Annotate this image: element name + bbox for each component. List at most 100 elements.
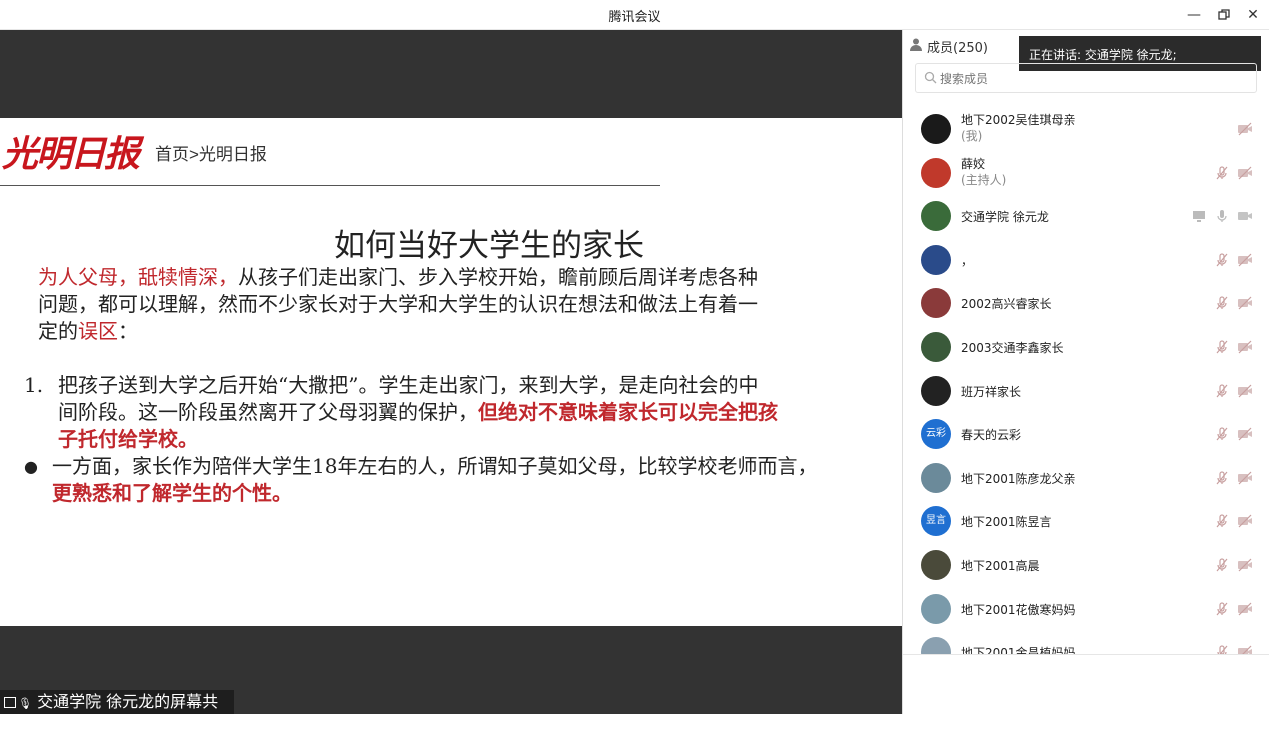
member-row[interactable]: 2002高兴睿家长 [903,282,1269,325]
camera-off-icon[interactable] [1237,121,1253,137]
intro-line-3: 定的误区： [38,318,138,345]
mic-muted-icon[interactable] [1214,644,1230,654]
camera-off-icon[interactable] [1237,252,1253,268]
divider [0,185,660,186]
item1-red-text: 但绝对不意味着家长可以完全把孩 [478,400,778,424]
intro-line-2: 问题，都可以理解，然而不少家长对于大学和大学生的认识在想法和做法上有着一 [38,292,758,316]
camera-icon[interactable] [1237,208,1253,224]
camera-off-icon[interactable] [1237,513,1253,529]
close-icon[interactable]: ✕ [1242,4,1264,26]
member-row[interactable]: 昱言 地下2001陈昱言 [903,500,1269,543]
minimize-icon[interactable]: — [1183,4,1205,26]
search-icon [924,71,937,84]
slide-heading: 如何当好大学生的家长 [334,228,644,264]
window-title: 腾讯会议 [608,10,661,25]
member-row[interactable]: 地下2001花傲寒妈妈 [903,588,1269,631]
camera-off-icon[interactable] [1237,426,1253,442]
mic-icon[interactable] [1214,208,1230,224]
camera-off-icon[interactable] [1237,470,1253,486]
breadcrumb: 首页>光明日报 [155,145,267,164]
screen-icon [4,697,16,708]
avatar [921,114,951,144]
bullet-dot: ● [24,457,38,476]
bullet-line-2: 更熟悉和了解学生的个性。 [52,481,292,505]
mic-muted-icon[interactable] [1214,383,1230,399]
item1-line-2: 间阶段。这一阶段虽然离开了父母羽翼的保护，但绝对不意味着家长可以完全把孩 [58,399,778,426]
mic-muted-icon[interactable] [1214,252,1230,268]
member-name: ， [961,253,974,268]
avatar [921,375,951,406]
member-name: 2002高兴睿家长 [961,297,1052,312]
avatar [921,157,951,188]
restore-icon[interactable] [1213,4,1235,26]
avatar [921,593,951,624]
member-row[interactable]: 班万祥家长 [903,370,1269,413]
camera-off-icon[interactable] [1237,601,1253,617]
camera-off-icon[interactable] [1237,644,1253,654]
screen-share-label: 🎙 交通学院 徐元龙的屏幕共享 [0,690,234,737]
mic-icon: 🎙 [18,697,32,710]
member-name: 薛姣 [961,156,986,171]
bullet-line-1: 一方面，家长作为陪伴大学生18年左右的人，所谓知子莫如父母，比较学校老师而言， [52,454,818,478]
mic-muted-icon[interactable] [1214,557,1230,573]
member-row[interactable]: 薛姣 (主持人) [903,152,1269,195]
member-name: 地下2001花傲寒妈妈 [961,602,1076,617]
share-label-text: 交通学院 徐元龙的屏幕共享 [4,692,219,737]
search-input[interactable] [940,69,1240,89]
avatar [921,462,951,493]
members-count: 成员(250) [927,41,988,56]
camera-off-icon[interactable] [1237,295,1253,311]
member-name: 地下2001陈彦龙父亲 [961,471,1076,486]
mic-muted-icon[interactable] [1214,165,1230,181]
avatar [921,201,951,232]
item1-line-3: 子托付给学校。 [58,427,198,451]
member-row[interactable]: 地下2001金昌植妈妈 [903,631,1269,654]
member-list[interactable]: 地下2002吴佳琪母亲 (我) 薛姣 (主持人) 交通学院 徐元龙 ， 2002高兴睿家长 2… [903,108,1269,654]
avatar: 云彩 [921,419,951,450]
camera-off-icon[interactable] [1237,165,1253,181]
mic-muted-icon[interactable] [1214,601,1230,617]
members-panel: 成员(250) 正在讲话: 交通学院 徐元龙; 地下2002吴佳琪母亲 (我) 薛姣… [902,30,1269,714]
mic-muted-icon[interactable] [1214,426,1230,442]
member-row[interactable]: 2003交通李鑫家长 [903,326,1269,369]
member-row[interactable]: 交通学院 徐元龙 [903,195,1269,238]
member-name: 地下2001金昌植妈妈 [961,646,1076,654]
intro-line-1: 为人父母，舐犊情深，从孩子们走出家门、步入学校开始，瞻前顾后周详考虑各种 [38,264,758,291]
intro-text: ： [118,319,138,343]
mic-muted-icon[interactable] [1214,513,1230,529]
member-name: 地下2001陈昱言 [961,515,1052,530]
intro-red-text: 误区 [78,319,118,343]
member-name: 班万祥家长 [961,384,1022,399]
mic-muted-icon[interactable] [1214,339,1230,355]
camera-off-icon[interactable] [1237,383,1253,399]
avatar [921,550,951,580]
member-row[interactable]: 云彩 春天的云彩 [903,413,1269,456]
mic-muted-icon[interactable] [1214,470,1230,486]
member-row[interactable]: ， [903,239,1269,282]
camera-off-icon[interactable] [1237,557,1253,573]
members-header: 成员(250) 正在讲话: 交通学院 徐元龙; [903,30,1269,71]
member-search[interactable] [915,63,1257,93]
item1-number: 1. [24,373,44,397]
guangming-logo: 光明日报 [2,133,140,175]
member-role: (主持人) [961,172,1007,187]
avatar [921,637,951,654]
item1-text: 间阶段。这一阶段虽然离开了父母羽翼的保护， [58,400,478,424]
avatar: 昱言 [921,506,951,537]
mic-muted-icon[interactable] [1214,295,1230,311]
intro-red-text: 为人父母，舐犊情深， [38,265,238,289]
avatar [921,288,951,319]
avatar [921,332,951,362]
member-row[interactable]: 地下2001高晨 [903,544,1269,587]
member-name: 春天的云彩 [961,428,1022,443]
screen-share-stage: 光明日报 首页>光明日报 如何当好大学生的家长 为人父母，舐犊情深，从孩子们走出… [0,30,902,714]
screen-share-icon[interactable] [1191,208,1207,224]
member-name: 地下2001高晨 [961,559,1040,573]
member-name: 2003交通李鑫家长 [961,341,1064,355]
panel-bottom-bar [903,654,1269,714]
camera-off-icon[interactable] [1237,339,1253,355]
person-icon [910,38,922,51]
member-row[interactable]: 地下2001陈彦龙父亲 [903,457,1269,500]
member-row[interactable]: 地下2002吴佳琪母亲 (我) [903,108,1269,151]
member-name: 地下2002吴佳琪母亲 [961,113,1076,127]
